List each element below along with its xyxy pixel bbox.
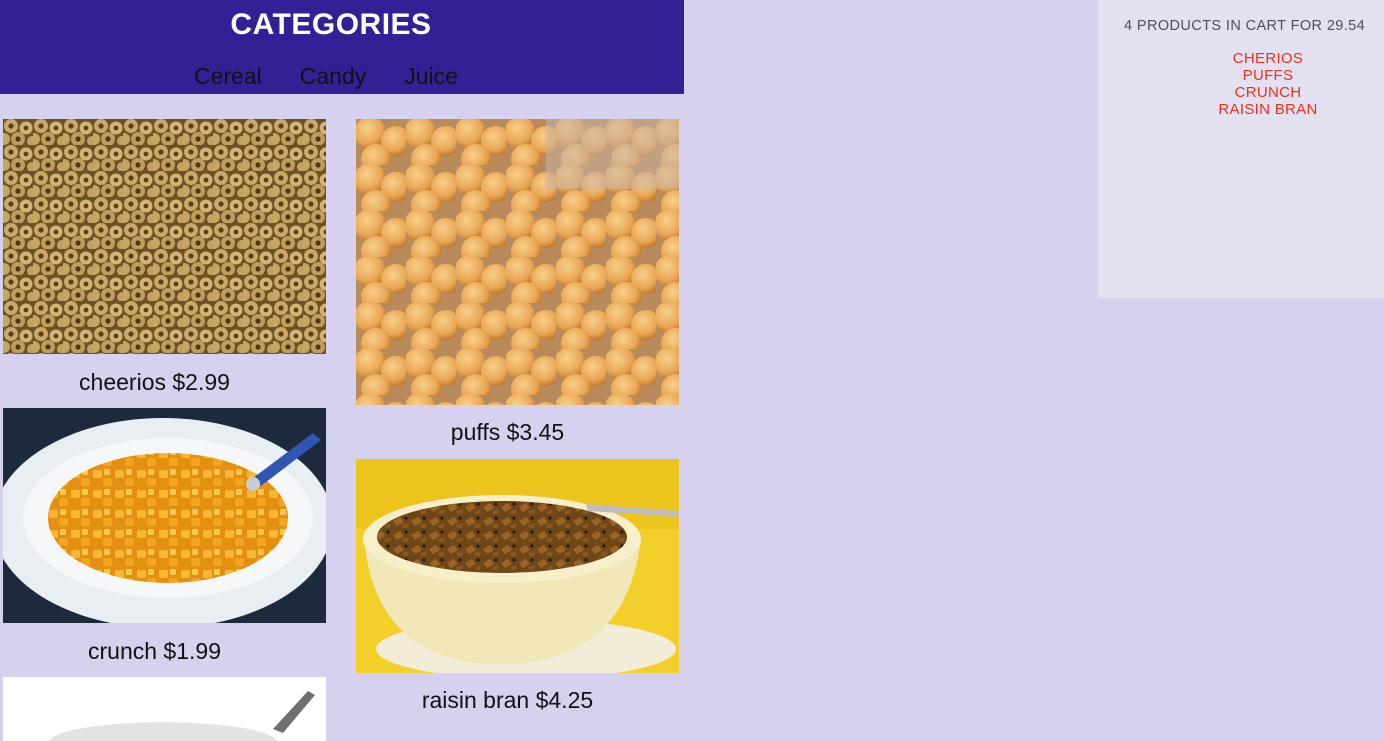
product-card-raisin-bran[interactable]: raisin bran $4.25 — [356, 459, 679, 724]
product-label-crunch: crunch $1.99 — [88, 638, 221, 664]
product-card-puffs[interactable]: puffs $3.45 — [356, 119, 679, 449]
cart-panel: 4 PRODUCTS IN CART FOR 29.54 CHERIOS PUF… — [1098, 0, 1384, 298]
cart-item-raisin-bran[interactable]: RAISIN BRAN — [1098, 101, 1384, 118]
product-image-puffs[interactable] — [356, 119, 679, 405]
category-link-cereal[interactable]: Cereal — [194, 63, 262, 90]
product-card-partial[interactable] — [3, 677, 326, 741]
category-nav: Cereal Candy Juice — [194, 63, 458, 90]
product-label-cheerios: cheerios $2.99 — [79, 369, 230, 395]
categories-header: CATEGORIES Cereal Candy Juice — [0, 0, 684, 94]
cart-item-crunch[interactable]: CRUNCH — [1098, 84, 1384, 101]
cart-items-list: CHERIOS PUFFS CRUNCH RAISIN BRAN — [1098, 50, 1384, 118]
cart-item-cherios[interactable]: CHERIOS — [1098, 50, 1384, 67]
cart-item-puffs[interactable]: PUFFS — [1098, 67, 1384, 84]
product-label-puffs: puffs $3.45 — [450, 419, 565, 445]
product-image-cheerios[interactable] — [3, 119, 326, 354]
product-label-raisin-bran: raisin bran $4.25 — [421, 687, 594, 713]
category-link-candy[interactable]: Candy — [300, 63, 366, 90]
category-link-juice[interactable]: Juice — [404, 63, 458, 90]
product-image-crunch[interactable] — [3, 408, 326, 623]
product-image-raisin-bran[interactable] — [356, 459, 679, 673]
page-title: CATEGORIES — [230, 8, 432, 41]
product-card-crunch[interactable]: crunch $1.99 — [3, 408, 326, 670]
product-image-partial[interactable] — [3, 677, 326, 741]
cart-summary: 4 PRODUCTS IN CART FOR 29.54 — [1124, 18, 1366, 34]
product-card-cheerios[interactable]: cheerios $2.99 — [3, 119, 326, 399]
